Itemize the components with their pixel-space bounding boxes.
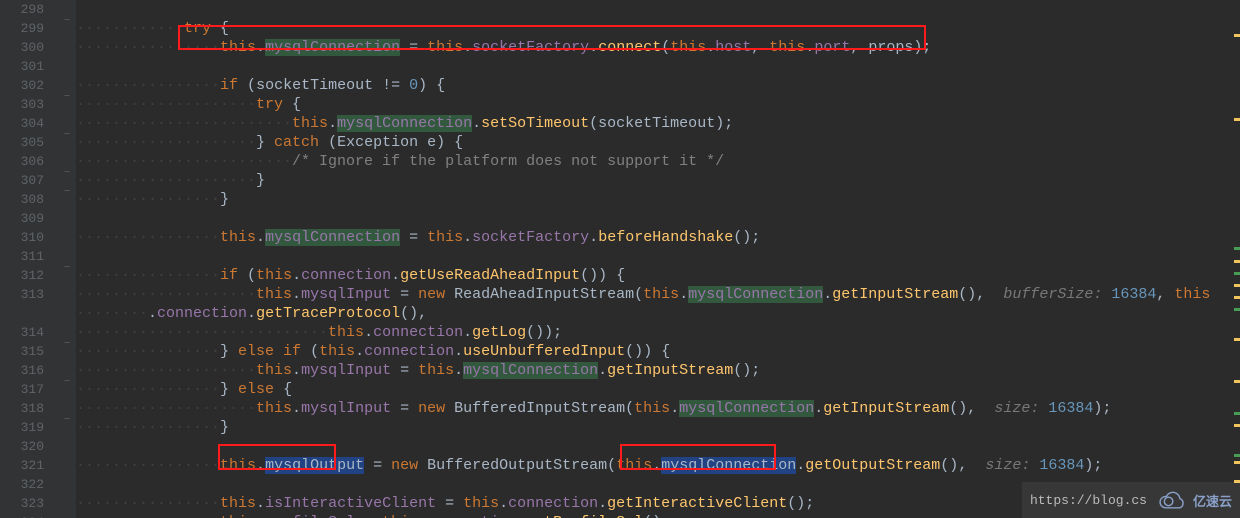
line-number: 311	[0, 247, 44, 266]
code-line[interactable]: ················}	[76, 190, 1240, 209]
code-line[interactable]: ····················this.mysqlInput = ne…	[76, 399, 1240, 418]
error-stripe-mark[interactable]	[1234, 284, 1240, 287]
error-stripe-mark[interactable]	[1234, 34, 1240, 37]
fold-toggle-icon[interactable]: −	[64, 378, 70, 388]
code-line[interactable]: ························/* Ignore if the…	[76, 152, 1240, 171]
code-area[interactable]: ············try { ················this.m…	[76, 0, 1240, 518]
line-number: 302	[0, 76, 44, 95]
code-line[interactable]: ····················this.mysqlInput = ne…	[76, 285, 1240, 304]
line-number: 304	[0, 114, 44, 133]
error-stripe-mark[interactable]	[1234, 380, 1240, 383]
error-stripe-mark[interactable]	[1234, 412, 1240, 415]
error-stripe-mark[interactable]	[1234, 260, 1240, 263]
line-number: 313	[0, 285, 44, 304]
code-line[interactable]: ················this.mysqlConnection = t…	[76, 38, 1240, 57]
line-number: 308	[0, 190, 44, 209]
error-stripe[interactable]	[1232, 0, 1240, 518]
code-line[interactable]: ····················} catch (Exception e…	[76, 133, 1240, 152]
fold-toggle-icon[interactable]: −	[64, 340, 70, 350]
line-number: 323	[0, 494, 44, 513]
fold-toggle-icon[interactable]: −	[64, 17, 70, 27]
code-line[interactable]	[76, 0, 1240, 19]
line-number: 316	[0, 361, 44, 380]
code-line[interactable]: ················} else if (this.connecti…	[76, 342, 1240, 361]
code-line[interactable]	[76, 57, 1240, 76]
line-number-gutter: 2982993003013023033043053063073083093103…	[0, 0, 62, 518]
line-number: 319	[0, 418, 44, 437]
code-line[interactable]: ················if (socketTimeout != 0) …	[76, 76, 1240, 95]
fold-toggle-icon[interactable]: −	[64, 188, 70, 198]
code-line[interactable]	[76, 437, 1240, 456]
error-stripe-mark[interactable]	[1234, 461, 1240, 464]
code-line[interactable]: ················if (this.connection.getU…	[76, 266, 1240, 285]
error-stripe-mark[interactable]	[1234, 454, 1240, 457]
line-number: 306	[0, 152, 44, 171]
line-number: 320	[0, 437, 44, 456]
fold-toggle-icon[interactable]: −	[64, 264, 70, 274]
line-number: 318	[0, 399, 44, 418]
code-line[interactable]: ····················}	[76, 171, 1240, 190]
code-line[interactable]: ················}	[76, 418, 1240, 437]
fold-toggle-icon[interactable]: −	[64, 131, 70, 141]
fold-toggle-icon[interactable]: −	[64, 416, 70, 426]
error-stripe-mark[interactable]	[1234, 338, 1240, 341]
line-number: 312	[0, 266, 44, 285]
line-number: 299	[0, 19, 44, 38]
line-number: 305	[0, 133, 44, 152]
error-stripe-mark[interactable]	[1234, 247, 1240, 250]
error-stripe-mark[interactable]	[1234, 424, 1240, 427]
code-line[interactable]: ············try {	[76, 19, 1240, 38]
code-line[interactable]: ················this.mysqlOutput = new B…	[76, 456, 1240, 475]
line-number	[0, 304, 44, 323]
line-number: 310	[0, 228, 44, 247]
line-number: 322	[0, 475, 44, 494]
fold-toggle-icon[interactable]: −	[64, 169, 70, 179]
code-line[interactable]: ····················this.mysqlInput = th…	[76, 361, 1240, 380]
code-line[interactable]: ····················try {	[76, 95, 1240, 114]
code-line[interactable]: ························this.mysqlConnec…	[76, 114, 1240, 133]
line-number: 303	[0, 95, 44, 114]
line-number: 300	[0, 38, 44, 57]
code-line[interactable]	[76, 247, 1240, 266]
code-line[interactable]: ····························this.connect…	[76, 323, 1240, 342]
line-number: 317	[0, 380, 44, 399]
code-line[interactable]: ················this.mysqlConnection = t…	[76, 228, 1240, 247]
error-stripe-mark[interactable]	[1234, 308, 1240, 311]
line-number: 298	[0, 0, 44, 19]
error-stripe-mark[interactable]	[1234, 296, 1240, 299]
fold-column[interactable]: − − − − − − − − −	[62, 0, 76, 518]
code-line[interactable]	[76, 209, 1240, 228]
line-number: 321	[0, 456, 44, 475]
code-line[interactable]: ········.connection.getTraceProtocol(),	[76, 304, 1240, 323]
line-number: 301	[0, 57, 44, 76]
watermark-brand: 亿速云	[1193, 491, 1232, 510]
error-stripe-mark[interactable]	[1234, 272, 1240, 275]
cloud-logo-icon	[1153, 488, 1187, 512]
line-number: 307	[0, 171, 44, 190]
error-stripe-mark[interactable]	[1234, 118, 1240, 121]
code-editor[interactable]: 2982993003013023033043053063073083093103…	[0, 0, 1240, 518]
code-line[interactable]: ················} else {	[76, 380, 1240, 399]
watermark: https://blog.cs 亿速云	[1022, 482, 1240, 518]
line-number: 314	[0, 323, 44, 342]
watermark-text: https://blog.cs	[1030, 493, 1147, 508]
line-number: 324	[0, 513, 44, 518]
line-number: 315	[0, 342, 44, 361]
fold-toggle-icon[interactable]: −	[64, 93, 70, 103]
line-number: 309	[0, 209, 44, 228]
